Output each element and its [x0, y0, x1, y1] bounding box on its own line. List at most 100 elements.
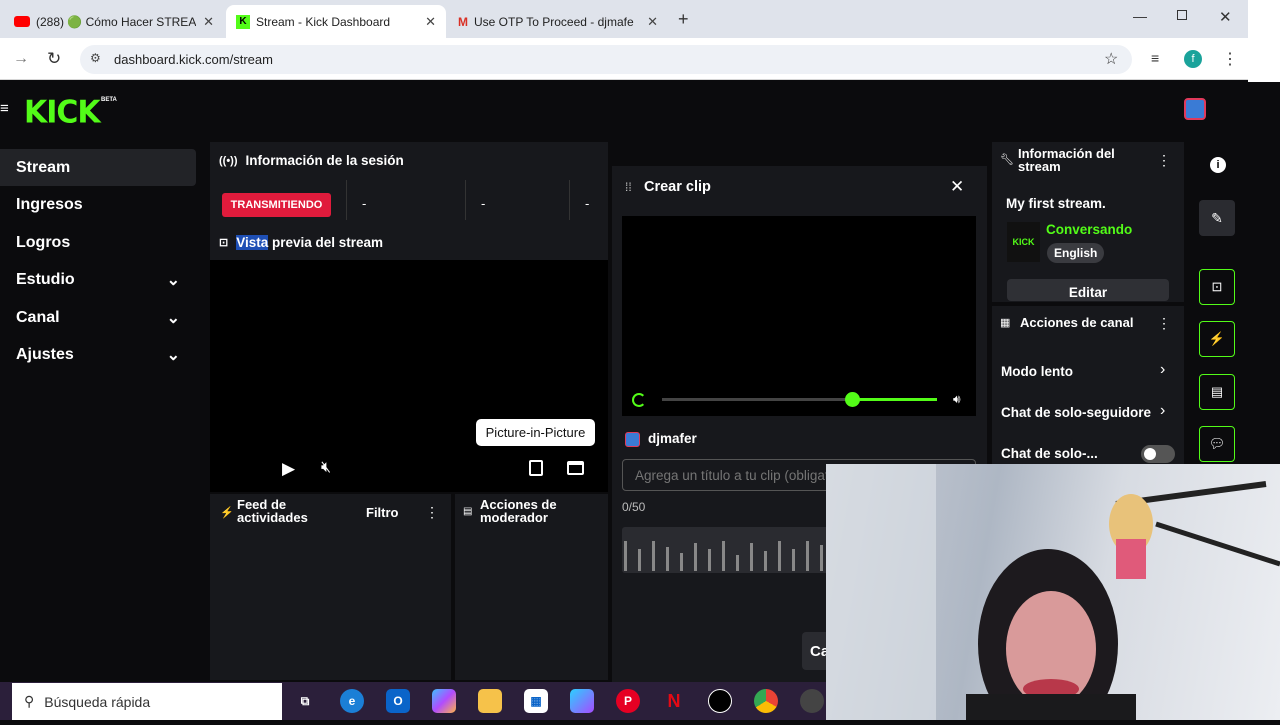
obs-icon[interactable]: [708, 689, 732, 713]
youtube-icon: [14, 16, 30, 27]
site-settings-icon[interactable]: ⚙: [90, 51, 101, 65]
sidebar-item-estudio[interactable]: Estudio ⌄: [0, 261, 196, 298]
toggle-knob: [1144, 448, 1156, 460]
outlook-icon[interactable]: O: [386, 689, 410, 713]
category-thumbnail: KICK: [1007, 222, 1040, 262]
mute-icon[interactable]: 🔇︎: [321, 459, 331, 477]
session-info-header: ((•)) Información de la sesión: [219, 153, 404, 168]
m365-icon[interactable]: [570, 689, 594, 713]
close-tab-icon[interactable]: ✕: [425, 14, 436, 30]
loading-spinner-icon: [632, 393, 646, 407]
task-view-icon[interactable]: ⧉: [293, 689, 317, 713]
channel-avatar: [625, 432, 640, 447]
session-info-title: Información de la sesión: [245, 153, 404, 168]
taskbar-search[interactable]: ⚲ Búsqueda rápida: [12, 683, 282, 720]
taskbar-search-label: Búsqueda rápida: [44, 693, 151, 710]
sidebar-item-ingresos[interactable]: Ingresos: [0, 186, 196, 223]
sidebar-item-label: Canal: [16, 308, 60, 326]
moderator-icon: ▤: [463, 506, 473, 517]
clip-video[interactable]: [622, 216, 976, 416]
minimize-icon[interactable]: —: [1133, 8, 1147, 24]
webcam-overlay: [826, 464, 1280, 725]
moderator-toggle-icon[interactable]: ▤: [1199, 374, 1235, 410]
followers-only-label[interactable]: Chat de solo-seguidores: [1001, 405, 1151, 420]
search-icon: ⚲: [24, 693, 35, 709]
language-badge: English: [1047, 243, 1105, 263]
session-stat: -: [585, 196, 590, 211]
play-icon[interactable]: ▶: [282, 459, 295, 479]
category-name[interactable]: Conversando: [1046, 222, 1132, 237]
preview-title: ⊡ Vista previa del stream: [219, 235, 383, 250]
hamburger-menu-icon[interactable]: ≡: [0, 100, 9, 117]
close-tab-icon[interactable]: ✕: [203, 14, 214, 30]
gmail-icon: M: [458, 14, 468, 29]
chrome-icon[interactable]: [754, 689, 778, 713]
sidebar-item-label: Estudio: [16, 270, 75, 288]
bookmark-star-icon[interactable]: ☆: [1104, 49, 1118, 69]
sidebar-item-canal[interactable]: Canal ⌄: [0, 299, 196, 336]
webcam-scene: [826, 464, 1280, 725]
close-tab-icon[interactable]: ✕: [647, 14, 658, 30]
url-text: dashboard.kick.com/stream: [114, 52, 273, 67]
reading-list-icon[interactable]: ≡: [1151, 50, 1159, 66]
edit-button[interactable]: Editar: [1007, 279, 1169, 301]
activity-lightning-icon[interactable]: ⚡: [1199, 321, 1235, 357]
app-icon[interactable]: [800, 689, 824, 713]
volume-icon[interactable]: 🔊︎: [953, 392, 961, 407]
sidebar-item-label: Ingresos: [16, 195, 83, 213]
netflix-icon[interactable]: N: [662, 689, 686, 713]
preview-toggle-icon[interactable]: ⊡: [1199, 269, 1235, 305]
beta-label: BETA: [101, 97, 117, 103]
subscribers-only-toggle[interactable]: [1141, 445, 1175, 463]
tab-gmail[interactable]: M Use OTP To Proceed - djmafe10 ✕: [448, 5, 668, 38]
chevron-right-icon[interactable]: ›: [1160, 361, 1165, 379]
sidebar-item-ajustes[interactable]: Ajustes ⌄: [0, 336, 196, 373]
copilot-icon[interactable]: [432, 689, 456, 713]
kick-logo[interactable]: KICK: [24, 94, 101, 131]
info-icon[interactable]: i: [1210, 157, 1226, 173]
preview-icon: ⊡: [219, 237, 229, 249]
moderator-actions-title: Acciones de moderador: [480, 497, 557, 525]
profile-avatar[interactable]: f: [1184, 50, 1202, 68]
edit-pencil-icon[interactable]: ✎: [1199, 200, 1235, 236]
subscribers-only-label[interactable]: Chat de solo-...: [1001, 446, 1098, 461]
reload-icon[interactable]: ↻: [47, 49, 61, 69]
session-stat: -: [481, 196, 486, 211]
forward-icon[interactable]: →: [13, 50, 29, 68]
sidebar-item-stream[interactable]: Stream: [0, 149, 196, 186]
sidebar-item-logros[interactable]: Logros: [0, 224, 196, 261]
chat-icon[interactable]: 💬︎: [1199, 426, 1235, 462]
stream-title: My first stream.: [1006, 196, 1106, 211]
clip-range-handle[interactable]: [845, 392, 860, 407]
close-icon[interactable]: ✕: [950, 177, 964, 197]
new-tab-icon[interactable]: +: [678, 9, 689, 30]
channel-actions-title: Acciones de canal: [1020, 315, 1134, 330]
store-icon[interactable]: ▦: [524, 689, 548, 713]
filter-button[interactable]: Filtro: [366, 505, 399, 520]
tab-youtube[interactable]: (288) 🟢 Cómo Hacer STREAM ✕: [4, 5, 224, 38]
channel-actions-icon: ▦: [1000, 317, 1011, 329]
more-options-icon[interactable]: ⋮: [1157, 315, 1171, 332]
picture-in-picture-icon[interactable]: [529, 460, 543, 476]
more-options-icon[interactable]: ⋮: [425, 504, 439, 521]
file-explorer-icon[interactable]: [478, 689, 502, 713]
wrench-icon: 🔧︎: [1000, 154, 1014, 166]
drag-handle-icon[interactable]: ⁞⁞: [625, 180, 632, 194]
tab-kick-dashboard[interactable]: K Stream - Kick Dashboard ✕: [226, 5, 446, 38]
stream-info-title: Información del stream: [1018, 146, 1115, 174]
browser-menu-icon[interactable]: ⋮: [1222, 49, 1238, 69]
clip-timeline-track[interactable]: [662, 398, 852, 401]
edge-icon[interactable]: e: [340, 689, 364, 713]
pinterest-icon[interactable]: P: [616, 689, 640, 713]
theatre-mode-icon[interactable]: [567, 461, 584, 475]
tab-label: Stream - Kick Dashboard: [256, 14, 391, 29]
close-window-icon[interactable]: ✕: [1219, 8, 1232, 26]
slow-mode-label[interactable]: Modo lento: [1001, 364, 1073, 379]
chevron-down-icon: ⌄: [166, 309, 180, 327]
url-field[interactable]: ⚙ dashboard.kick.com/stream: [80, 45, 1132, 74]
chevron-right-icon[interactable]: ›: [1160, 402, 1165, 420]
more-options-icon[interactable]: ⋮: [1157, 152, 1171, 169]
restore-icon[interactable]: [1177, 10, 1187, 20]
stream-preview-video[interactable]: [210, 260, 608, 492]
user-avatar[interactable]: [1184, 98, 1206, 120]
